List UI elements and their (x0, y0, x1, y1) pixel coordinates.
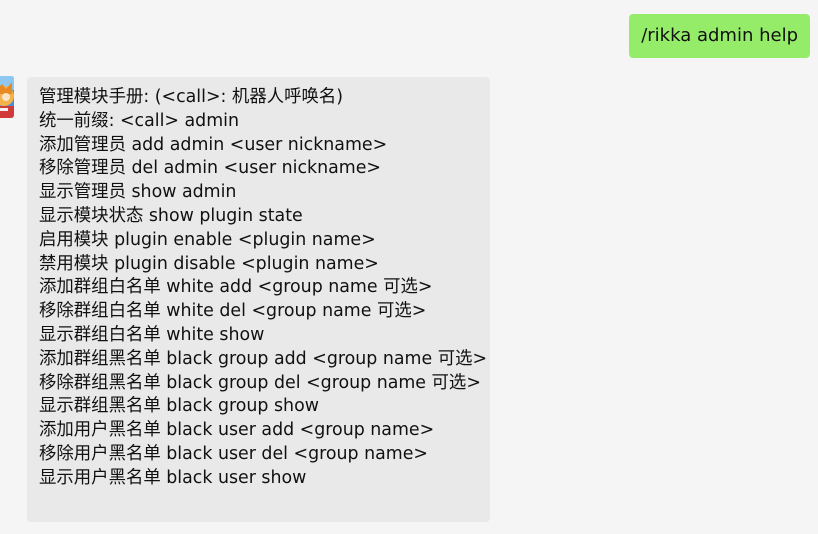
message-line: 启用模块 plugin enable <plugin name> (39, 229, 376, 250)
message-line: 添加管理员 add admin <user nickname> (39, 134, 388, 155)
message-line: 显示群组白名单 white show (39, 324, 265, 345)
message-line: 显示用户黑名单 black user show (39, 467, 307, 488)
message-line: 显示管理员 show admin (39, 182, 237, 203)
message-line: 添加群组黑名单 black group add <group name 可选> (39, 348, 488, 369)
message-line-prefix: 统一前缀: <call> admin (39, 110, 239, 131)
message-line: 移除用户黑名单 black user del <group name> (39, 443, 429, 464)
message-line: 添加用户黑名单 black user add <group name> (39, 420, 435, 441)
message-line: 移除群组白名单 white del <group name 可选> (39, 301, 427, 322)
message-line: 显示群组黑名单 black group show (39, 396, 319, 417)
chat-area: /rikka admin help 管理模块手册: (<call>: 机器人呼唤… (0, 0, 818, 534)
received-message-bubble[interactable]: 管理模块手册: (<call>: 机器人呼唤名) 统一前缀: <call> ad… (27, 77, 490, 522)
message-line: 移除管理员 del admin <user nickname> (39, 158, 382, 179)
message-line: 显示模块状态 show plugin state (39, 205, 303, 226)
message-line: 禁用模块 plugin disable <plugin name> (39, 253, 379, 274)
sent-message-bubble[interactable]: /rikka admin help (629, 14, 810, 58)
message-line: 移除群组黑名单 black group del <group name 可选> (39, 372, 481, 393)
message-line-title: 管理模块手册: (<call>: 机器人呼唤名) (39, 87, 344, 107)
bot-avatar-icon[interactable] (0, 76, 14, 118)
message-line: 添加群组白名单 white add <group name 可选> (39, 277, 433, 298)
